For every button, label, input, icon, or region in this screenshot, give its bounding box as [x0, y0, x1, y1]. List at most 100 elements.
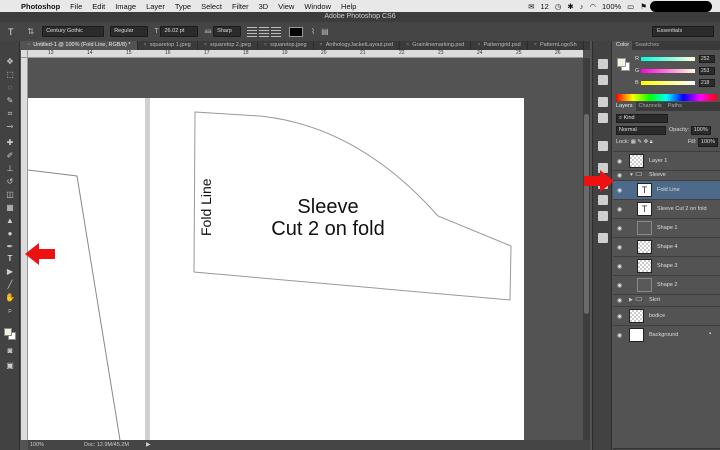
dodge-tool-icon[interactable]: ●	[5, 229, 15, 239]
properties-panel-icon[interactable]	[598, 75, 608, 85]
visibility-eye-icon[interactable]: ◉	[617, 187, 622, 194]
type-tool-options-icon[interactable]: T	[8, 27, 14, 37]
layer-group-row[interactable]: ◉ ▶ ▭ Skirt	[613, 294, 720, 306]
eraser-tool-icon[interactable]: ◫	[5, 190, 15, 200]
close-icon[interactable]: ×	[534, 42, 537, 48]
layer-name[interactable]: Skirt	[649, 297, 660, 303]
anti-alias-select[interactable]: Sharp	[213, 26, 242, 37]
layer-row[interactable]: ◉ Shape 1	[613, 218, 720, 237]
menu-filter[interactable]: Filter	[232, 2, 249, 11]
menu-file[interactable]: File	[70, 2, 82, 11]
pen-tool-icon[interactable]: ✒	[5, 242, 15, 252]
history-brush-tool-icon[interactable]: ↺	[5, 177, 15, 187]
tab-layers[interactable]: Layers	[613, 102, 636, 111]
close-icon[interactable]: ×	[264, 42, 267, 48]
healing-brush-tool-icon[interactable]: ✚	[5, 138, 15, 148]
notification-icon[interactable]: ✉	[528, 2, 534, 11]
clone-stamp-tool-icon[interactable]: ⊥	[5, 164, 15, 174]
screen-mode-icon[interactable]: ▣	[5, 361, 15, 371]
warp-text-icon[interactable]: ⌇	[311, 27, 315, 36]
layer-row[interactable]: ◉ T Sleeve Cut 2 on fold	[613, 199, 720, 218]
tab-squaretop[interactable]: × squaretop.jpeg	[258, 41, 314, 50]
tab-grainline-marking[interactable]: × Grainlinemarking.psd	[400, 41, 472, 50]
visibility-eye-icon[interactable]: ◉	[617, 282, 622, 289]
tab-squaretop-1[interactable]: × squaretop 1.jpeg	[138, 41, 198, 50]
blue-value[interactable]: 218	[699, 79, 715, 87]
menu-image[interactable]: Image	[115, 2, 136, 11]
menu-layer[interactable]: Layer	[146, 2, 165, 11]
layer-row[interactable]: ◉ Background ▪	[613, 325, 720, 344]
visibility-eye-icon[interactable]: ◉	[617, 332, 622, 339]
visibility-eye-icon[interactable]: ◉	[617, 206, 622, 213]
brush-tool-icon[interactable]: ✐	[5, 151, 15, 161]
close-icon[interactable]: ×	[406, 42, 409, 48]
brush-presets-panel-icon[interactable]	[598, 141, 608, 151]
shape-tool-icon[interactable]: ╱	[5, 280, 15, 290]
quick-mask-icon[interactable]: ◙	[5, 346, 15, 356]
visibility-eye-icon[interactable]: ◉	[617, 297, 622, 304]
red-value[interactable]: 252	[699, 55, 715, 63]
path-selection-tool-icon[interactable]: ▶	[5, 267, 15, 277]
align-left-icon[interactable]	[247, 26, 258, 37]
layer-group-row[interactable]: ◉ ▼ ▭ Sleeve	[613, 169, 720, 180]
layer-row[interactable]: ◉ bodice	[613, 306, 720, 325]
expand-triangle-icon[interactable]: ▼	[629, 172, 634, 178]
layer-row-selected[interactable]: ◉ T Fold Line	[613, 180, 720, 199]
color-spectrum[interactable]	[616, 94, 717, 101]
canvas-area[interactable]: Sleeve Cut 2 on fold Fold Line	[28, 58, 583, 440]
close-icon[interactable]: ×	[144, 42, 147, 48]
menu-window[interactable]: Window	[304, 2, 331, 11]
scrollbar-thumb[interactable]	[584, 114, 589, 314]
tab-channels[interactable]: Channels	[636, 102, 665, 111]
vertical-guide[interactable]	[145, 98, 150, 440]
layer-name[interactable]: Shape 1	[657, 225, 678, 231]
battery-icon[interactable]: ▭	[627, 2, 634, 11]
panel-fg-swatch[interactable]	[617, 58, 626, 67]
menu-edit[interactable]: Edit	[92, 2, 105, 11]
font-size-field[interactable]: 26.02 pt	[160, 26, 199, 37]
visibility-eye-icon[interactable]: ◉	[617, 263, 622, 270]
visibility-eye-icon[interactable]: ◉	[617, 244, 622, 251]
close-icon[interactable]: ×	[27, 42, 30, 48]
layer-name[interactable]: Shape 2	[657, 282, 678, 288]
tab-squaretop-2[interactable]: × squaretop 2.jpeg	[198, 41, 258, 50]
gradient-tool-icon[interactable]: ▦	[5, 203, 15, 213]
green-slider[interactable]	[641, 69, 695, 73]
marquee-tool-icon[interactable]: ⬚	[5, 70, 15, 80]
close-icon[interactable]: ×	[477, 42, 480, 48]
layer-name[interactable]: Fold Line	[657, 187, 680, 193]
red-slider[interactable]	[641, 57, 695, 61]
eyedropper-tool-icon[interactable]: ⊸	[5, 122, 15, 132]
filter-kind-select[interactable]: ⌕ Kind	[616, 114, 668, 123]
visibility-eye-icon[interactable]: ◉	[617, 158, 622, 165]
close-icon[interactable]: ×	[320, 42, 323, 48]
menu-3d[interactable]: 3D	[259, 2, 269, 11]
font-style-select[interactable]: Regular	[110, 26, 149, 37]
text-color-swatch[interactable]	[289, 26, 304, 37]
horizontal-ruler[interactable]: 13 14 15 16 17 18 19 20 21 22 23 24 25 2…	[28, 50, 583, 58]
menu-type[interactable]: Type	[175, 2, 191, 11]
tab-swatches[interactable]: Swatches	[632, 41, 662, 50]
font-family-select[interactable]: Century Gothic	[42, 26, 105, 37]
crop-tool-icon[interactable]: ⌗	[5, 109, 15, 119]
flag-icon[interactable]: ⚑	[640, 2, 647, 11]
workspace-select[interactable]: Essentials	[652, 26, 714, 37]
blur-tool-icon[interactable]: ▲	[5, 216, 15, 226]
tab-patterngrid[interactable]: × Patterngrid.psd	[471, 41, 528, 50]
orientation-toggle-icon[interactable]: ⇅	[28, 27, 35, 36]
blue-slider[interactable]	[641, 81, 695, 85]
layer-name[interactable]: bodice	[649, 313, 665, 319]
tab-anthology-jacket[interactable]: × AnthologyJacketLayout.psd	[314, 41, 401, 50]
color-swatches[interactable]	[3, 327, 17, 341]
layer-name[interactable]: Shape 4	[657, 244, 678, 250]
fold-line-text[interactable]: Fold Line	[198, 146, 214, 236]
foreground-color-swatch[interactable]	[4, 328, 12, 336]
layer-name[interactable]: Shape 3	[657, 263, 678, 269]
layer-name[interactable]: Layer 1	[649, 158, 667, 164]
zoom-tool-icon[interactable]: ⌕	[5, 306, 15, 316]
visibility-eye-icon[interactable]: ◉	[617, 225, 622, 232]
zoom-level[interactable]: 100%	[30, 440, 44, 450]
history-panel-icon[interactable]	[598, 59, 608, 69]
menu-app[interactable]: Photoshop	[21, 2, 60, 11]
volume-icon[interactable]: ♪	[580, 2, 584, 11]
